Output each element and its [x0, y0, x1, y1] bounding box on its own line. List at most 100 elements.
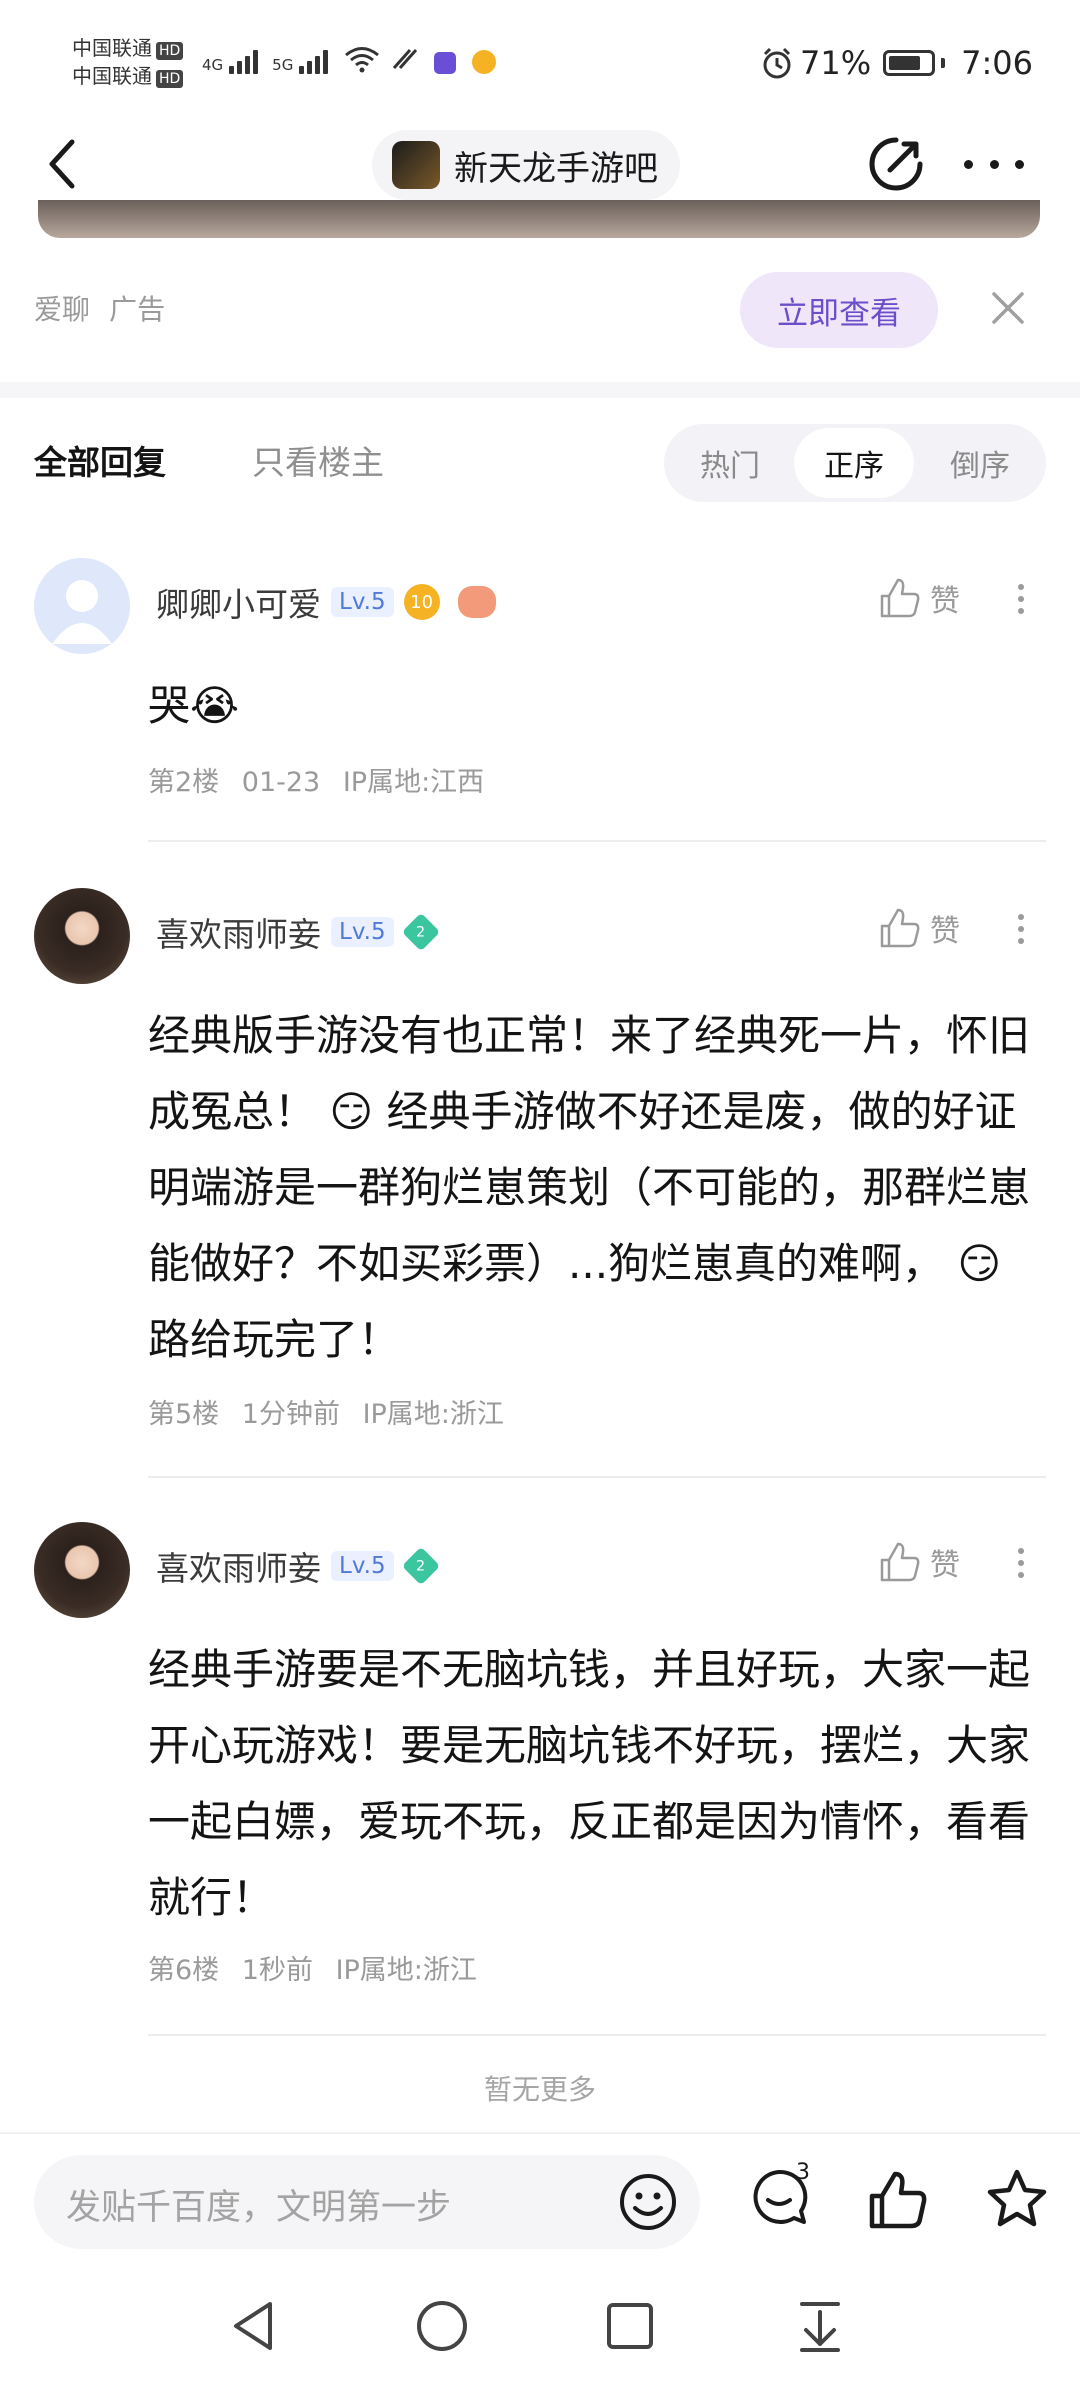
nav-back-icon[interactable]: [228, 2298, 280, 2354]
section-divider: [0, 382, 1080, 398]
back-button[interactable]: [40, 136, 90, 192]
sort-toggle: 热门 正序 倒序: [664, 424, 1046, 502]
star-icon: [987, 2169, 1047, 2227]
reply-more-button[interactable]: [1016, 908, 1026, 950]
user-line: 喜欢雨师妾 Lv.5 2: [156, 908, 440, 956]
like-button[interactable]: 赞: [878, 576, 960, 620]
floor-number: 第5楼: [148, 1399, 220, 1430]
nav-notification-icon[interactable]: [796, 2298, 844, 2354]
battery-percent: 71%: [800, 44, 872, 82]
alarm-icon: [763, 47, 791, 79]
more-icon: [964, 159, 973, 169]
like-post-button[interactable]: [866, 2168, 930, 2232]
back-icon: [49, 139, 75, 189]
reply-meta: 第2楼 01-23 IP属地:江西: [148, 760, 484, 799]
level-badge: Lv.5: [331, 587, 394, 617]
thumb-up-icon: [869, 2171, 927, 2229]
user-line: 喜欢雨师妾 Lv.5 2: [156, 1542, 440, 1590]
thumb-up-icon: [880, 1542, 920, 1582]
share-icon: [869, 137, 923, 191]
member-badge: 10: [403, 584, 440, 620]
reply-meta: 第6楼 1秒前 IP属地:浙江: [148, 1948, 477, 1987]
reply-input-placeholder: 发贴千百度，文明第一步: [66, 2188, 452, 2228]
wifi-icon: [345, 47, 380, 73]
ad-info: 爱聊 广告: [34, 288, 165, 328]
reply-more-button[interactable]: [1016, 578, 1026, 620]
system-status: 71% 7:06: [760, 44, 1033, 82]
like-button[interactable]: 赞: [878, 1540, 960, 1584]
level-badge: Lv.5: [331, 917, 394, 947]
ad-label: 广告: [109, 293, 166, 326]
ip-location: IP属地:浙江: [362, 1399, 504, 1430]
comment-button[interactable]: 3: [748, 2160, 814, 2238]
ip-location: IP属地:浙江: [335, 1955, 477, 1986]
reply-content: 哭😭: [148, 681, 240, 730]
carrier-info: 中国联通 HD 中国联通 HD: [72, 34, 184, 90]
signal-group: 4G 5G: [202, 44, 497, 74]
forum-name: 新天龙手游吧: [454, 148, 658, 189]
divider: [148, 840, 1046, 842]
like-label: 赞: [930, 1548, 960, 1583]
avatar[interactable]: [34, 1522, 130, 1618]
signal-icon: [299, 46, 329, 74]
hd-badge: HD: [156, 70, 184, 88]
sort-ascending[interactable]: 正序: [794, 428, 914, 498]
network-type-1: 4G: [202, 56, 224, 74]
like-label: 赞: [930, 914, 960, 949]
like-button[interactable]: 赞: [878, 906, 960, 950]
reply-time: 01-23: [241, 767, 321, 798]
reply-input[interactable]: 发贴千百度，文明第一步: [34, 2155, 700, 2249]
nav-recents-icon[interactable]: [604, 2300, 656, 2352]
status-bar: 中国联通 HD 中国联通 HD 4G 5G 71% 7:06: [0, 0, 1080, 120]
battery-icon: [883, 50, 936, 76]
user-line: 卿卿小可爱 Lv.5 10: [156, 578, 496, 626]
tab-all-replies[interactable]: 全部回复: [34, 436, 166, 484]
network-type-2: 5G: [272, 56, 294, 74]
comment-count: 3: [796, 2160, 810, 2185]
game-badge-icon: [457, 586, 496, 618]
carrier-2: 中国联通: [72, 64, 152, 88]
username[interactable]: 喜欢雨师妾: [156, 1542, 321, 1590]
level-badge: Lv.5: [331, 1551, 394, 1581]
floor-number: 第6楼: [148, 1955, 220, 1986]
forum-title-pill[interactable]: 新天龙手游吧: [372, 130, 680, 200]
reply-meta: 第5楼 1分钟前 IP属地:浙江: [148, 1392, 504, 1431]
thumb-up-icon: [880, 908, 920, 948]
nfc-icon: [393, 49, 418, 69]
more-button[interactable]: [964, 150, 1024, 178]
emoji-icon[interactable]: [618, 2172, 678, 2232]
like-label: 赞: [930, 584, 960, 619]
ip-location: IP属地:江西: [342, 767, 485, 798]
close-icon: [992, 292, 1024, 324]
favorite-button[interactable]: [984, 2166, 1050, 2232]
app-notification-icon: [472, 50, 497, 74]
nav-home-icon[interactable]: [414, 2298, 470, 2354]
system-nav-bar: [0, 2268, 1080, 2388]
sort-hot[interactable]: 热门: [670, 424, 790, 502]
diamond-badge: 2: [401, 912, 440, 952]
divider: [148, 1476, 1046, 1478]
reply-time: 1秒前: [241, 1955, 313, 1986]
ad-close-button[interactable]: [988, 288, 1028, 328]
signal-icon: [229, 46, 259, 74]
tab-op-only[interactable]: 只看楼主: [252, 436, 384, 484]
clock: 7:06: [961, 44, 1033, 82]
avatar[interactable]: [34, 888, 130, 984]
hd-badge: HD: [156, 42, 184, 60]
avatar[interactable]: [34, 558, 130, 654]
sort-descending[interactable]: 倒序: [920, 424, 1040, 502]
diamond-badge: 2: [401, 1546, 440, 1586]
app-notification-icon: [434, 52, 457, 74]
share-button[interactable]: [866, 134, 926, 194]
default-avatar-icon: [52, 580, 112, 644]
username[interactable]: 卿卿小可爱: [156, 578, 321, 626]
ad-view-button[interactable]: 立即查看: [740, 272, 938, 348]
divider: [148, 2034, 1046, 2036]
floor-number: 第2楼: [148, 767, 220, 798]
reply-more-button[interactable]: [1016, 1542, 1026, 1584]
ad-image[interactable]: [38, 200, 1040, 238]
ad-source: 爱聊: [34, 293, 91, 326]
reply-content: 经典手游要是不无脑坑钱，并且好玩，大家一起开心玩游戏！要是无脑坑钱不好玩，摆烂，…: [148, 1645, 1031, 1922]
username[interactable]: 喜欢雨师妾: [156, 908, 321, 956]
carrier-1: 中国联通: [72, 36, 152, 60]
